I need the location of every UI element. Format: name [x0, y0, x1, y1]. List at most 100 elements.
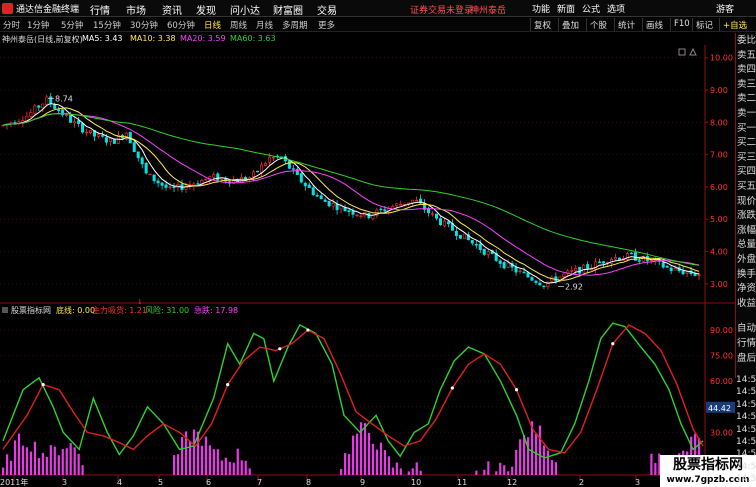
main-chart-info: 神州泰岳(日线,前复权) MA5: 3.43 MA10: 3.38 MA20: …	[0, 33, 705, 45]
candle-body	[526, 272, 530, 278]
candle-body	[29, 111, 33, 117]
candle-body	[442, 220, 446, 227]
triangle-icon	[689, 47, 697, 56]
stats-button[interactable]: 统计	[614, 18, 638, 31]
histogram-bar	[37, 458, 40, 475]
menu-item-hangqing[interactable]: 行情	[90, 2, 110, 17]
time-tick-label: 4	[117, 478, 122, 487]
tab-monthly[interactable]: 月线	[256, 19, 273, 31]
trade-login-notice[interactable]: 证券交易未登录	[410, 3, 473, 16]
tab-5min[interactable]: 5分钟	[61, 19, 83, 31]
signal-arrow-icon: ↓	[137, 298, 143, 306]
candle-body	[542, 285, 546, 288]
histogram-bar	[244, 460, 247, 475]
menu-item-wenxiaoda[interactable]: 问小达	[230, 2, 260, 17]
stock-name-link[interactable]: 神州泰岳	[470, 3, 506, 16]
side-item[interactable]: 自动	[737, 320, 756, 334]
histogram-bar	[546, 450, 550, 475]
tab-fenshi[interactable]: 分时	[3, 19, 20, 31]
candle-body	[697, 274, 701, 276]
candle-body	[77, 120, 81, 124]
side-item: 委比	[737, 35, 756, 46]
add-watchlist-button[interactable]: +自选	[719, 18, 750, 31]
menu-item-jiaoyi[interactable]: 交易	[317, 2, 337, 17]
side-item: 卖一	[737, 108, 756, 119]
candle-body	[73, 121, 77, 124]
candle-body	[438, 218, 442, 226]
tab-multi-period[interactable]: 多周期	[282, 19, 308, 31]
histogram-bar	[204, 436, 208, 475]
mark-button[interactable]: 标记	[692, 18, 716, 31]
candle-body	[144, 163, 148, 174]
tab-15min[interactable]: 15分钟	[93, 19, 121, 31]
tab-1min[interactable]: 1分钟	[27, 19, 49, 31]
stock-button[interactable]: 个股	[586, 18, 610, 31]
candle-body	[661, 262, 665, 268]
side-item: 买四	[737, 166, 756, 178]
tick-time: 14:5	[736, 437, 756, 447]
menu-item-gongneng[interactable]: 功能	[532, 2, 550, 15]
histogram-bar	[483, 469, 486, 475]
fuquan-button[interactable]: 复权	[530, 18, 554, 31]
side-item[interactable]: 行情	[737, 335, 756, 349]
indicator-value-label: 44.42	[708, 404, 731, 413]
signal-dot	[450, 386, 454, 390]
menu-item-gongshi[interactable]: 公式	[582, 2, 600, 15]
histogram-bar	[200, 445, 204, 475]
candle-body	[65, 114, 69, 116]
menu-item-shichang[interactable]: 市场	[126, 2, 146, 17]
app-logo-icon	[2, 3, 13, 14]
menu-item-zixun[interactable]: 资讯	[162, 2, 182, 17]
candle-body	[252, 171, 256, 177]
histogram-bar	[61, 449, 64, 475]
candle-body	[104, 137, 108, 143]
f10-button[interactable]: F10	[670, 18, 693, 31]
side-item: 买三	[737, 151, 756, 163]
side-item: 卖五	[737, 49, 756, 61]
candle-body	[435, 213, 439, 219]
price-tick-label: 7.00	[710, 151, 728, 160]
tab-weekly[interactable]: 周线	[230, 19, 247, 31]
histogram-bar	[503, 465, 506, 475]
tab-60min[interactable]: 60分钟	[167, 19, 195, 31]
tab-daily[interactable]: 日线	[204, 19, 221, 31]
histogram-bar	[81, 465, 84, 475]
overlay-button[interactable]: 叠加	[558, 18, 582, 31]
histogram-bar	[33, 441, 37, 475]
histogram-bar	[355, 433, 359, 475]
menu-item-caifuquan[interactable]: 财富圈	[273, 2, 303, 17]
kline-chart[interactable]: 8.74 2.92 股票指标网 底线: 0.00主力吸货: 1.21风险: 31.0…	[0, 45, 735, 487]
signal-dot	[278, 347, 282, 351]
time-tick-label: 9	[360, 478, 365, 487]
signal-dot	[226, 383, 230, 387]
candle-body	[164, 184, 168, 188]
tab-30min[interactable]: 30分钟	[130, 19, 158, 31]
candle-body	[482, 248, 486, 255]
candle-body	[81, 123, 85, 133]
candle-body	[303, 182, 307, 187]
tab-more[interactable]: 更多	[318, 19, 335, 31]
candle-body	[478, 243, 482, 251]
candle-body	[69, 114, 73, 123]
histogram-bar	[208, 445, 212, 475]
candle-body	[168, 186, 172, 188]
menu-item-xuanxiang[interactable]: 选项	[607, 2, 625, 15]
histogram-bar	[519, 439, 522, 475]
candle-body	[498, 260, 502, 264]
signal-dot	[514, 388, 519, 392]
price-tick-label: 8.00	[710, 118, 728, 127]
period-tab-bar: 分时 1分钟 5分钟 15分钟 30分钟 60分钟 日线 周线 月线 多周期 更…	[0, 18, 756, 32]
time-tick-label: 7	[257, 478, 262, 487]
side-item[interactable]: 盘后	[737, 350, 756, 364]
price-tick-label: 10.00	[710, 54, 733, 63]
guest-label[interactable]: 游客	[716, 2, 734, 15]
draw-line-button[interactable]: 画线	[642, 18, 666, 31]
histogram-bar	[220, 460, 223, 475]
candle-body	[311, 187, 315, 196]
histogram-bar	[538, 425, 542, 475]
histogram-bar	[177, 454, 180, 475]
time-tick-label: 11	[457, 478, 467, 487]
menu-item-faxian[interactable]: 发现	[196, 2, 216, 17]
histogram-bar	[411, 468, 414, 475]
menu-item-xinmian[interactable]: 新面	[557, 2, 575, 15]
